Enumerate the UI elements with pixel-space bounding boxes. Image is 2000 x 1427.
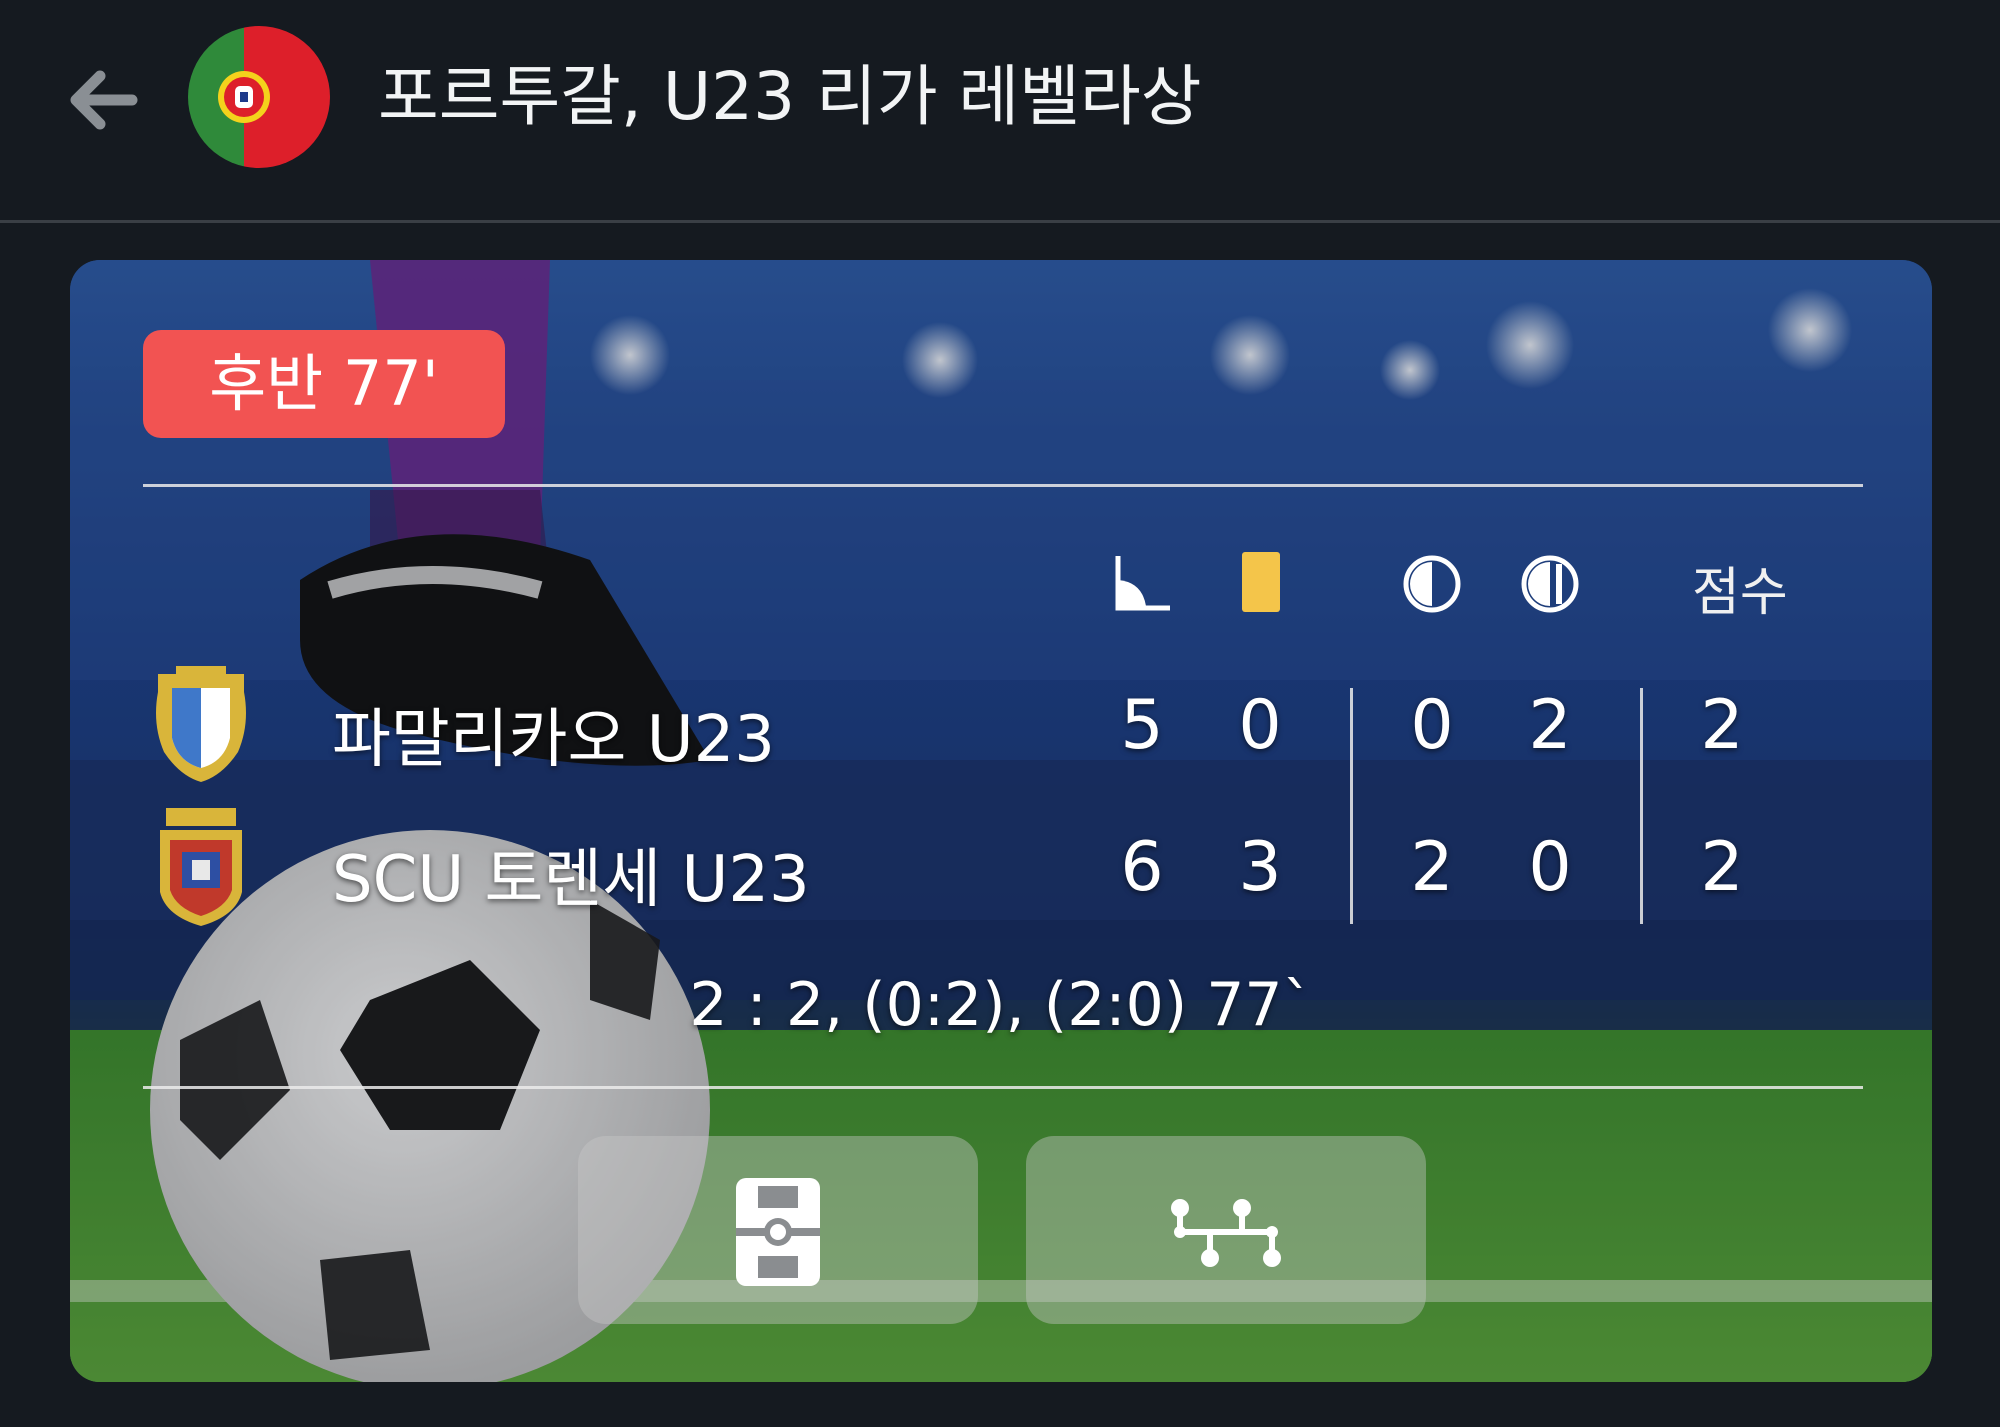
second-half-icon <box>1521 555 1579 613</box>
home-second-half: 2 <box>1528 686 1572 765</box>
corner-flag-icon <box>1115 556 1170 611</box>
match-status-text: 후반 77' <box>209 347 439 420</box>
torreense-crest-icon <box>160 808 242 926</box>
first-half-icon <box>1403 555 1461 613</box>
match-status-badge: 후반 77' <box>143 330 505 438</box>
stats-separator-left <box>1350 688 1353 924</box>
field-view-button[interactable] <box>578 1136 978 1324</box>
away-second-half: 0 <box>1528 828 1572 907</box>
home-team-name: 파말리카오 U23 <box>332 703 776 777</box>
football-pitch-icon <box>736 1178 820 1286</box>
home-yellow-cards: 0 <box>1238 686 1282 765</box>
lineup-formation-icon <box>1171 1199 1281 1267</box>
away-corners: 6 <box>1120 828 1164 907</box>
stats-separator-right <box>1640 688 1643 924</box>
away-team-name: SCU 토렌세 U23 <box>332 843 810 917</box>
match-card[interactable]: 후반 77' 점수 파말리카오 U23 SCU 토렌세 U23 5 0 0 2 … <box>70 260 1932 1382</box>
bottom-divider <box>143 1086 1863 1089</box>
away-first-half: 2 <box>1410 828 1454 907</box>
away-yellow-cards: 3 <box>1238 828 1282 907</box>
score-column-label: 점수 <box>1692 563 1788 623</box>
back-button[interactable] <box>62 58 146 142</box>
yellow-card-icon <box>1242 552 1280 612</box>
home-first-half: 0 <box>1410 686 1454 765</box>
top-divider <box>143 484 1863 487</box>
top-app-bar: 포르투갈, U23 리가 레벨라상 <box>0 0 2000 223</box>
famalicao-crest-icon <box>156 666 246 782</box>
lineup-button[interactable] <box>1026 1136 1426 1324</box>
home-score: 2 <box>1700 686 1744 765</box>
arrow-left-icon <box>70 70 138 130</box>
portugal-flag-icon <box>188 26 330 168</box>
league-title: 포르투갈, U23 리가 레벨라상 <box>378 58 1202 135</box>
score-summary: 2 : 2, (0:2), (2:0) 77` <box>689 970 1313 1040</box>
home-corners: 5 <box>1120 686 1164 765</box>
away-score: 2 <box>1700 828 1744 907</box>
